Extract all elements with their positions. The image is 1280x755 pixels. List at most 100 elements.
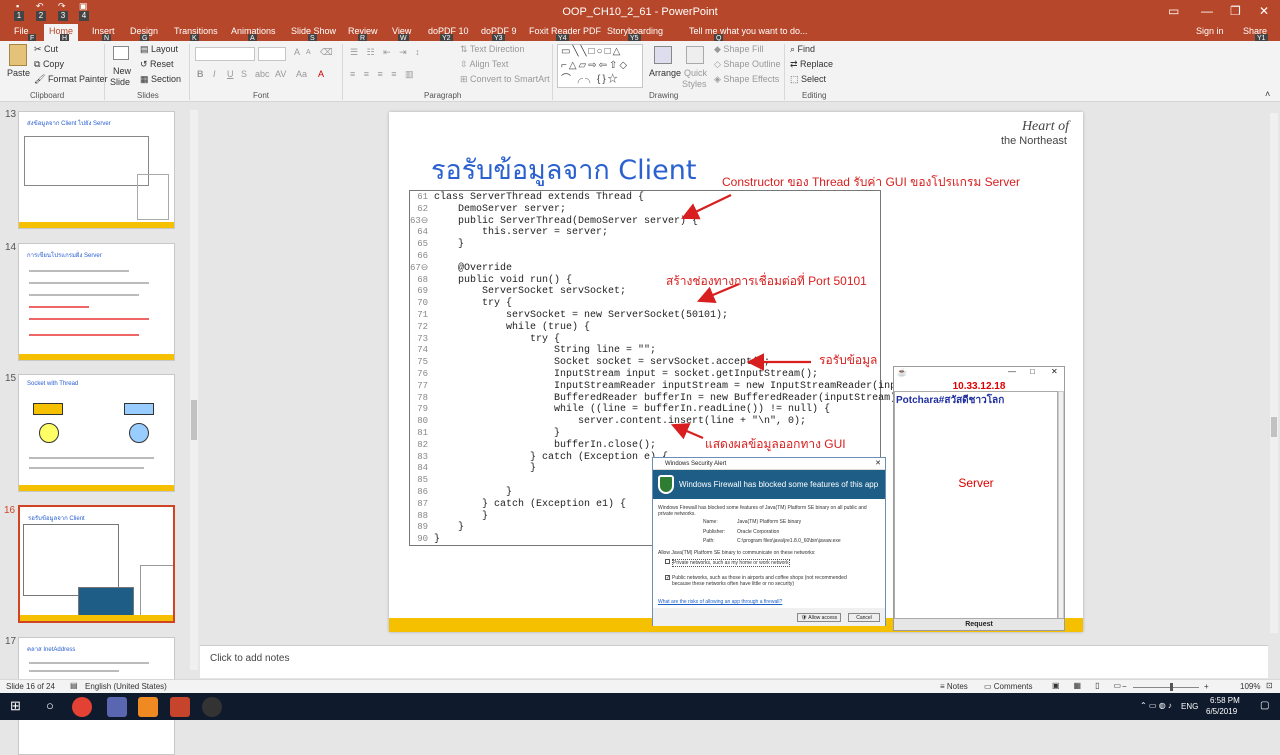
select-button[interactable]: ⬚ Select <box>790 74 826 85</box>
bold-button[interactable]: B <box>197 69 204 79</box>
font-color-button[interactable]: A <box>318 69 324 79</box>
copy-button[interactable]: ⧉ Copy <box>34 59 64 70</box>
close-icon[interactable]: ✕ <box>1051 367 1058 376</box>
layout-button[interactable]: ▤ Layout <box>140 44 178 55</box>
editor-scrollbar[interactable] <box>1270 113 1278 633</box>
quick-styles-icon[interactable] <box>686 46 704 64</box>
scrollbar-thumb[interactable] <box>1271 417 1277 437</box>
private-network-label[interactable]: Private networks, such as my home or wor… <box>672 559 790 567</box>
convert-smartart-button[interactable]: ⊞ Convert to SmartArt <box>460 74 550 85</box>
arrange-icon[interactable] <box>654 46 672 64</box>
thumbnail-slide-14[interactable]: การเขียนโปรแกรมฝั่ง Server <box>18 243 175 361</box>
thumb-line <box>29 670 119 672</box>
italic-button[interactable]: I <box>213 69 216 79</box>
search-icon[interactable]: ○ <box>46 698 54 713</box>
language-status[interactable]: English (United States) <box>85 682 167 691</box>
new-slide-label[interactable]: New <box>113 66 131 76</box>
shape-outline-button[interactable]: ◇ Shape Outline <box>714 59 780 70</box>
zoom-in-icon[interactable]: + <box>1204 682 1209 691</box>
public-network-checkbox[interactable]: ✓ <box>665 575 670 581</box>
new-slide-label2[interactable]: Slide <box>110 77 130 87</box>
shape-effects-button[interactable]: ◈ Shape Effects <box>714 74 779 85</box>
app-icon[interactable] <box>107 697 127 717</box>
replace-button[interactable]: ⇄ Replace <box>790 59 833 70</box>
font-shrink-button[interactable]: A <box>306 49 311 56</box>
app-icon[interactable] <box>138 697 158 717</box>
paste-button[interactable]: Paste <box>7 68 30 78</box>
start-icon[interactable]: ⊞ <box>10 698 21 714</box>
tray-icons[interactable]: ⌃ ▭ ◍ ♪ <box>1140 701 1172 710</box>
font-name-input[interactable] <box>195 47 255 61</box>
signin-link[interactable]: Sign in <box>1196 26 1224 36</box>
paste-icon[interactable] <box>9 44 27 66</box>
notes-pane[interactable]: Click to add notes <box>200 645 1268 678</box>
cancel-button[interactable]: Cancel <box>848 613 880 622</box>
publisher-value: Oracle Corporation <box>737 529 780 535</box>
powerpoint-icon[interactable] <box>170 697 190 717</box>
new-slide-icon[interactable] <box>113 46 129 60</box>
request-button[interactable]: Request <box>894 618 1064 630</box>
strikethrough-button[interactable]: S <box>241 69 247 79</box>
notification-icon[interactable]: ▢ <box>1260 700 1269 711</box>
close-icon[interactable]: ✕ <box>1259 4 1269 18</box>
thumb-bar <box>19 354 174 360</box>
text-shadow-button[interactable]: abc <box>255 69 270 79</box>
zoom-level[interactable]: 109% <box>1240 682 1260 691</box>
cut-button[interactable]: ✂ Cut <box>34 44 58 55</box>
windows-security-alert[interactable]: Windows Security Alert ✕ Windows Firewal… <box>652 457 886 626</box>
notes-button[interactable]: ≡ Notes <box>940 682 968 691</box>
comments-button[interactable]: ▭ Comments <box>984 682 1032 691</box>
align-text-button[interactable]: ⇳ Align Text <box>460 59 508 70</box>
firewall-risks-link[interactable]: What are the risks of allowing an app th… <box>658 599 782 605</box>
arrange-button[interactable]: Arrange <box>649 68 681 78</box>
minimize-icon[interactable]: — <box>1201 4 1213 18</box>
find-button[interactable]: ⌕ Find <box>790 44 815 55</box>
font-grow-button[interactable]: A <box>294 47 300 57</box>
spellcheck-icon[interactable]: ▤ <box>70 681 78 690</box>
shape-effects-label: Shape Effects <box>723 74 780 84</box>
close-icon[interactable]: ✕ <box>875 459 881 467</box>
tell-me-search[interactable]: Tell me what you want to do... <box>689 26 808 36</box>
fit-slide-icon[interactable]: ⊡ <box>1266 681 1273 690</box>
zoom-slider[interactable] <box>1133 687 1199 688</box>
align-icons[interactable]: ≡ ≡ ≡ ≡ ▥ <box>350 69 417 80</box>
section-button[interactable]: ▦ Section <box>140 74 181 85</box>
char-spacing-button[interactable]: AV <box>275 69 286 79</box>
ribbon-display-icon[interactable]: ▭ <box>1168 4 1179 18</box>
thumbnail-slide-13[interactable]: ส่งข้อมูลจาก Client ไปยัง Server <box>18 111 175 229</box>
clock-time[interactable]: 6:58 PM <box>1210 696 1240 705</box>
shapes-gallery[interactable]: ▭╲╲□○□△ ⌐△▱⇨⇦⇧◇ ⌒╭╮{}☆ <box>557 44 643 88</box>
thumbnail-slide-15[interactable]: Socket with Thread <box>18 374 175 492</box>
thumb-shape <box>39 423 59 443</box>
quick-styles-label[interactable]: Quick <box>684 68 707 78</box>
quick-styles-label2[interactable]: Styles <box>682 79 707 89</box>
bullet-list-icons[interactable]: ☰ ☷ ⇤ ⇥ ↕ <box>350 47 423 58</box>
zoom-slider-thumb[interactable] <box>1170 683 1173 691</box>
change-case-button[interactable]: Aa <box>296 69 307 79</box>
text-direction-button[interactable]: ⇅ Text Direction <box>460 44 524 55</box>
server-scrollbar[interactable] <box>1058 391 1064 619</box>
shape-fill-button[interactable]: ◆ Shape Fill <box>714 44 763 55</box>
input-language[interactable]: ENG <box>1181 702 1198 711</box>
clock-date[interactable]: 6/5/2019 <box>1206 707 1237 716</box>
scrollbar-thumb[interactable] <box>191 400 197 440</box>
app-icon[interactable] <box>202 697 222 717</box>
restore-icon[interactable]: ❐ <box>1230 4 1241 18</box>
zoom-out-icon[interactable]: − <box>1122 682 1127 691</box>
private-network-checkbox[interactable] <box>665 559 670 564</box>
maximize-icon[interactable]: □ <box>1030 367 1035 376</box>
clear-format-icon[interactable]: ⌫ <box>320 47 333 58</box>
thumbnails-scrollbar[interactable] <box>190 110 198 670</box>
collapse-ribbon-icon[interactable]: ˄ <box>1265 89 1270 99</box>
font-size-input[interactable] <box>258 47 286 61</box>
allow-access-button[interactable]: 🛡 Allow access <box>797 613 841 622</box>
chrome-icon[interactable] <box>72 697 92 717</box>
reset-button[interactable]: ↺ Reset <box>140 59 174 70</box>
server-text-area[interactable]: Potchara#สวัสดีชาวโลก Server <box>894 391 1058 619</box>
format-painter-button[interactable]: 🖌 Format Painter <box>34 74 107 85</box>
underline-button[interactable]: U <box>227 69 234 79</box>
tab-file[interactable]: File <box>14 26 29 36</box>
thumbnail-slide-16[interactable]: รอรับข้อมูลจาก Client <box>18 505 175 623</box>
minimize-icon[interactable]: — <box>1008 367 1016 376</box>
server-app-window[interactable]: ☕ — □ ✕ 10.33.12.18 Potchara#สวัสดีชาวโล… <box>893 366 1065 631</box>
